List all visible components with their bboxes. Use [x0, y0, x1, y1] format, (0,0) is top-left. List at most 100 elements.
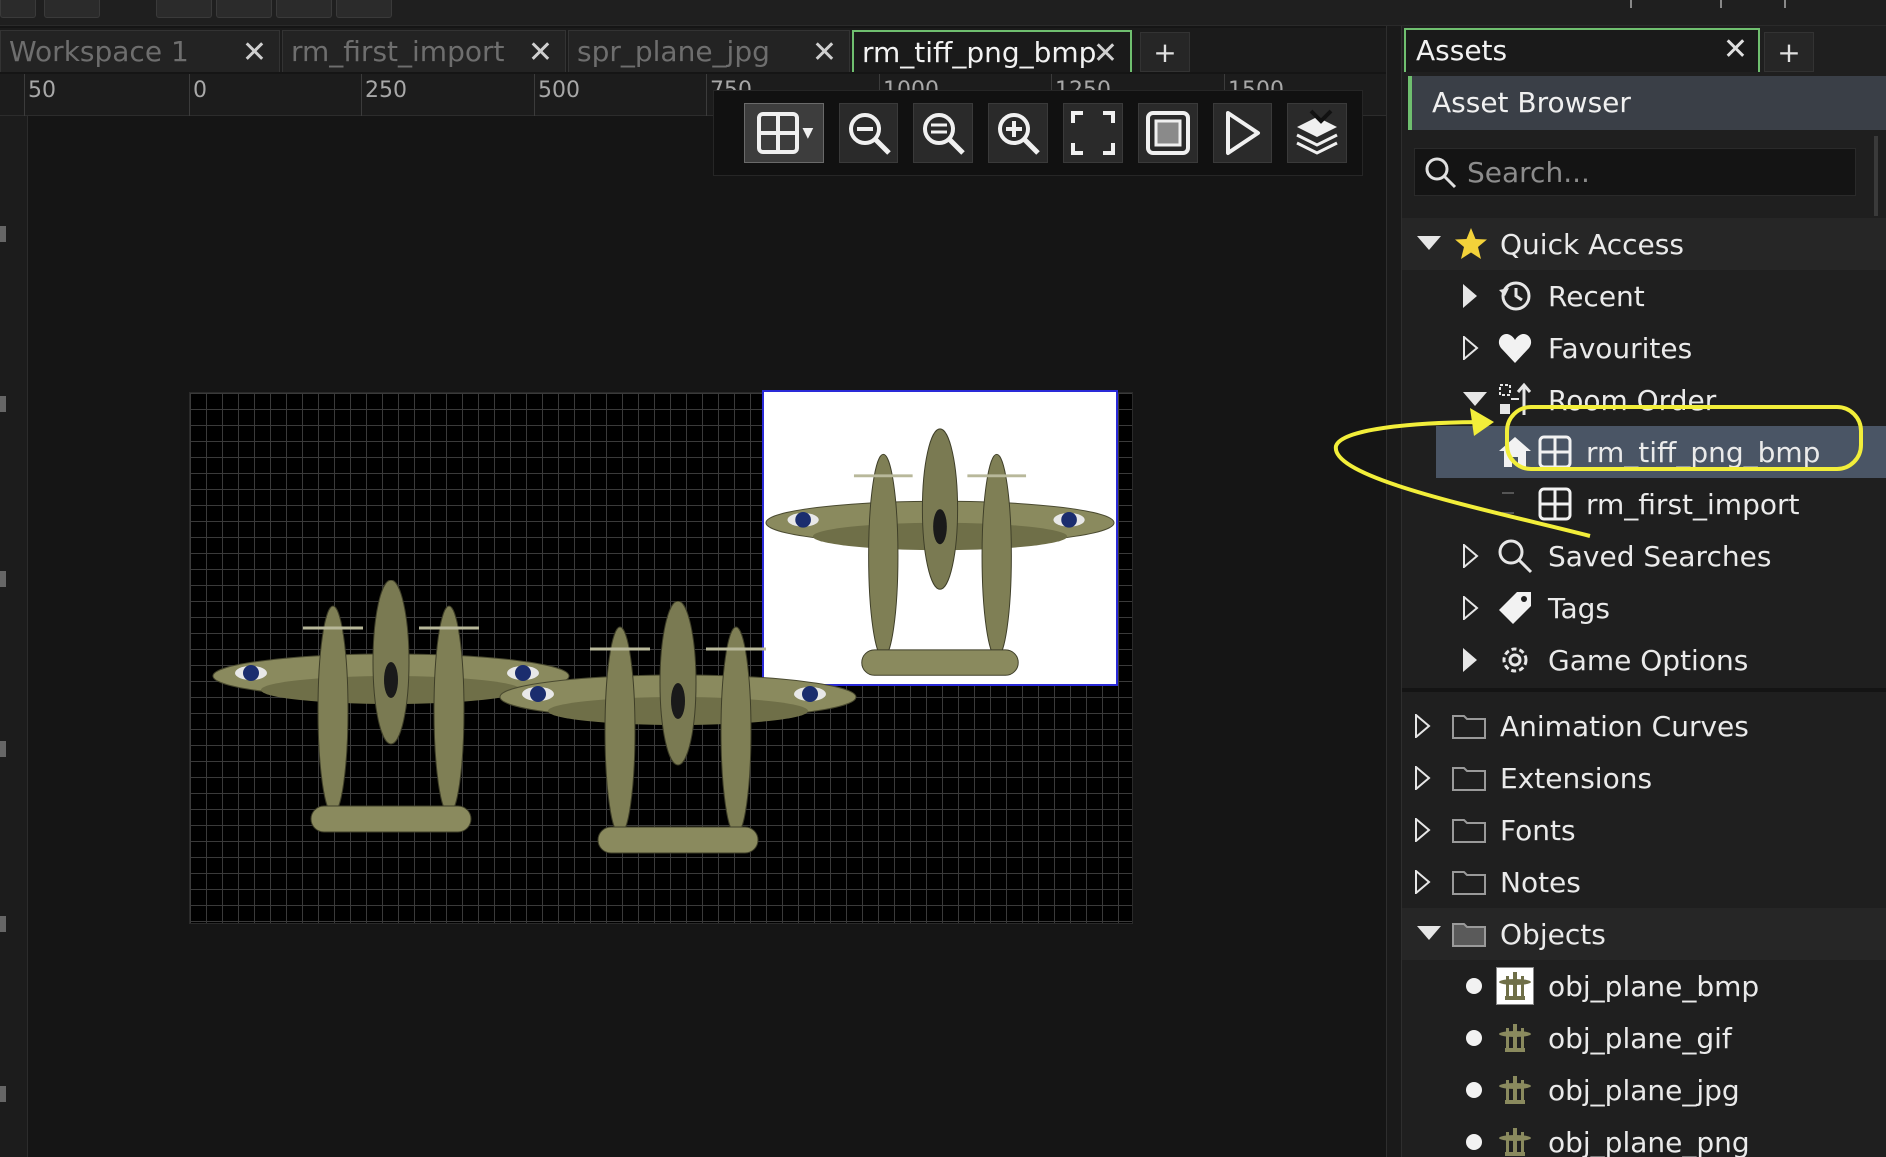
plane-instance[interactable] [764, 426, 1116, 686]
toolbar-button[interactable] [276, 0, 332, 18]
ruler-tick [0, 396, 6, 412]
close-icon[interactable]: ✕ [528, 35, 553, 70]
tree-item-game-options[interactable]: Game Options [1402, 634, 1886, 686]
tree-item-rm-first-import[interactable]: rm_first_import [1402, 478, 1886, 530]
layers-icon [1296, 109, 1338, 155]
add-tab-button[interactable]: + [1140, 32, 1190, 72]
chevron-right-icon[interactable] [1410, 765, 1436, 791]
close-icon[interactable]: ✕ [242, 35, 267, 70]
toolbar-button[interactable] [336, 0, 392, 18]
tree-item-obj-plane-jpg[interactable]: obj_plane_jpg [1402, 1064, 1886, 1116]
tab-label: rm_tiff_png_bmp [862, 35, 1097, 69]
tree-item-animation-curves[interactable]: Animation Curves [1402, 700, 1886, 752]
folder-icon [1450, 759, 1488, 797]
close-icon[interactable]: ✕ [1093, 36, 1118, 71]
zoom-out-button[interactable] [838, 103, 899, 163]
chevron-right-icon[interactable] [1458, 595, 1484, 621]
home-icon [1496, 433, 1534, 471]
plane-sprite-icon [1496, 1019, 1534, 1057]
folder-icon [1450, 811, 1488, 849]
tag-icon [1496, 589, 1534, 627]
toolbar-button[interactable] [44, 0, 100, 18]
divider [1402, 688, 1886, 692]
tree-item-notes[interactable]: Notes [1402, 856, 1886, 908]
ruler-tick [0, 226, 6, 242]
assets-panel: Assets ✕ + Asset Browser Quick Access [1402, 26, 1886, 1157]
tab-workspace-1[interactable]: Workspace 1 ✕ [0, 30, 280, 72]
search-box[interactable] [1414, 148, 1856, 196]
folder-icon [1450, 707, 1488, 745]
scrollbar[interactable] [1874, 136, 1878, 216]
room-icon [1536, 485, 1574, 523]
ruler-tick [0, 571, 6, 587]
divider [1630, 0, 1632, 8]
chevron-right-icon[interactable] [1458, 283, 1484, 309]
toolbar-button[interactable] [216, 0, 272, 18]
tab-rm-first-import[interactable]: rm_first_import ✕ [282, 30, 566, 72]
chevron-right-icon[interactable] [1410, 713, 1436, 739]
ruler-label: 250 [365, 78, 407, 103]
room-toolbar: ▼ [713, 90, 1363, 176]
drag-handle-icon[interactable] [1502, 492, 1514, 514]
grid-icon [757, 112, 800, 154]
toolbar-button[interactable] [0, 0, 36, 18]
chevron-down-icon[interactable]: ▼ [802, 125, 813, 141]
tree-item-label: Game Options [1548, 643, 1749, 677]
tab-rm-tiff-png-bmp[interactable]: rm_tiff_png_bmp ✕ [852, 30, 1132, 72]
zoom-out-icon [848, 113, 891, 155]
tree-item-quick-access[interactable]: Quick Access [1402, 218, 1886, 270]
history-icon [1496, 277, 1534, 315]
close-icon[interactable]: ✕ [1723, 32, 1748, 67]
folder-open-icon [1450, 915, 1488, 953]
tree-item-label: Saved Searches [1548, 539, 1772, 573]
close-icon[interactable]: ✕ [812, 35, 837, 70]
tree-item-extensions[interactable]: Extensions [1402, 752, 1886, 804]
tab-assets[interactable]: Assets ✕ [1404, 28, 1760, 72]
ruler-tick [361, 74, 362, 116]
chevron-right-icon[interactable] [1458, 335, 1484, 361]
play-icon [1226, 111, 1261, 155]
grid-toggle-button[interactable]: ▼ [744, 103, 824, 163]
bullet-icon [1466, 1134, 1482, 1150]
layers-button[interactable] [1287, 103, 1348, 163]
tree-item-recent[interactable]: Recent [1402, 270, 1886, 322]
chevron-down-icon[interactable] [1416, 921, 1442, 947]
tree-item-favourites[interactable]: Favourites [1402, 322, 1886, 374]
tree-item-tags[interactable]: Tags [1402, 582, 1886, 634]
tab-spr-plane-jpg[interactable]: spr_plane_jpg ✕ [568, 30, 850, 72]
tree-item-fonts[interactable]: Fonts [1402, 804, 1886, 856]
room-order-icon [1496, 381, 1534, 419]
tree-item-label: obj_plane_jpg [1548, 1073, 1740, 1107]
center-view-button[interactable] [1137, 103, 1198, 163]
zoom-in-button[interactable] [988, 103, 1048, 163]
chevron-down-icon[interactable] [1462, 387, 1488, 413]
tree-item-label: Fonts [1500, 813, 1576, 847]
plane-sprite-icon [1496, 1071, 1534, 1109]
chevron-right-icon[interactable] [1410, 817, 1436, 843]
zoom-reset-button[interactable] [913, 103, 974, 163]
tree-item-obj-plane-bmp[interactable]: obj_plane_bmp [1402, 960, 1886, 1012]
chevron-right-icon[interactable] [1458, 647, 1484, 673]
tree-item-obj-plane-png[interactable]: obj_plane_png [1402, 1116, 1886, 1157]
chevron-right-icon[interactable] [1410, 869, 1436, 895]
search-icon [1496, 537, 1534, 575]
tree-item-label: Quick Access [1500, 227, 1684, 261]
chevron-down-icon[interactable] [1416, 231, 1442, 257]
tree-item-rm-tiff-png-bmp[interactable]: rm_tiff_png_bmp [1436, 426, 1886, 478]
ruler-label: 500 [538, 78, 580, 103]
fit-view-button[interactable] [1062, 103, 1123, 163]
toolbar-button[interactable] [156, 0, 212, 18]
tree-item-saved-searches[interactable]: Saved Searches [1402, 530, 1886, 582]
panel-splitter[interactable] [1386, 26, 1402, 1157]
search-input[interactable] [1467, 155, 1847, 189]
tree-item-objects[interactable]: Objects [1402, 908, 1886, 960]
room-canvas[interactable] [28, 116, 1386, 1157]
ruler-tick [189, 74, 190, 116]
chevron-right-icon[interactable] [1458, 543, 1484, 569]
tree-item-obj-plane-gif[interactable]: obj_plane_gif [1402, 1012, 1886, 1064]
tree-item-room-order[interactable]: Room Order [1402, 374, 1886, 426]
play-room-button[interactable] [1212, 103, 1273, 163]
tree-item-label: Favourites [1548, 331, 1693, 365]
ruler-tick [0, 741, 6, 757]
add-tab-button[interactable]: + [1764, 32, 1814, 72]
